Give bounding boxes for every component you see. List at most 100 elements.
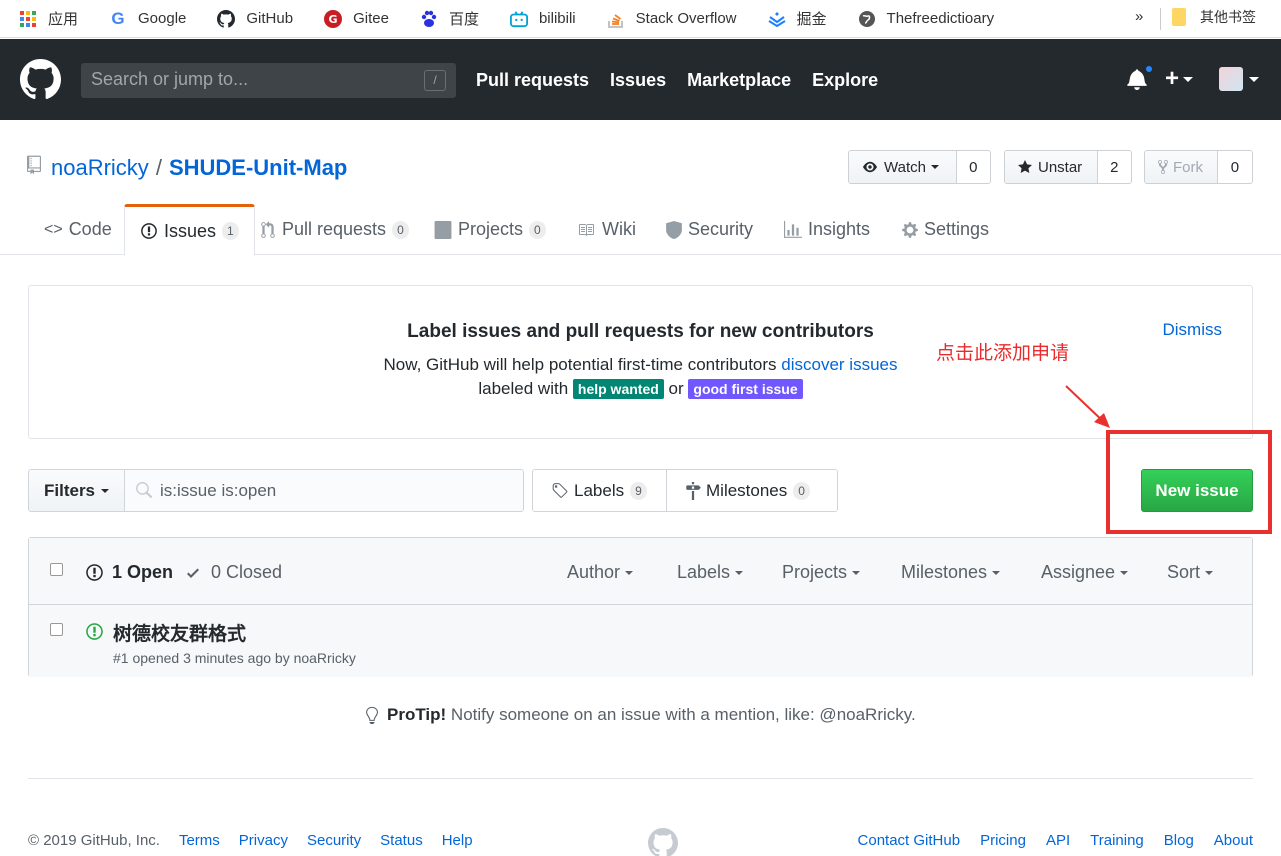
bookmarks-more-button[interactable]: » — [1135, 8, 1143, 25]
closed-count-label: 0 Closed — [211, 562, 283, 582]
closed-issues-filter[interactable]: 0 Closed — [185, 562, 282, 583]
author-filter[interactable]: Author — [567, 562, 634, 583]
fork-button[interactable]: Fork — [1145, 151, 1218, 183]
user-menu-caret-icon[interactable] — [1249, 76, 1259, 82]
labels-button[interactable]: Labels 9 — [533, 470, 667, 511]
tab-issues[interactable]: Issues 1 — [124, 204, 255, 256]
tab-code[interactable]: <> Code — [44, 204, 112, 255]
tab-projects[interactable]: Projects 0 — [434, 204, 546, 255]
issue-opened-icon — [85, 563, 104, 582]
watch-count[interactable]: 0 — [956, 151, 990, 183]
fork-button-group: Fork 0 — [1144, 150, 1253, 184]
github-logo-icon[interactable] — [20, 59, 61, 103]
footer-link-api[interactable]: API — [1046, 832, 1070, 849]
bookmark-bilibili[interactable]: bilibili — [509, 10, 576, 28]
filter-label: Projects — [782, 562, 848, 582]
author-caret-icon — [625, 570, 634, 575]
shield-icon — [666, 220, 682, 239]
protip-text: Notify someone on an issue with a mentio… — [446, 705, 916, 724]
table-row[interactable]: 树德校友群格式 #1 opened 3 minutes ago by noaRr… — [29, 605, 1252, 677]
watch-button[interactable]: Watch — [849, 151, 957, 183]
tab-settings[interactable]: Settings — [902, 204, 989, 255]
graph-icon — [784, 220, 802, 239]
notifications-bell-icon[interactable] — [1127, 64, 1154, 90]
issue-opened-icon — [140, 222, 158, 240]
github-mark-icon[interactable] — [648, 828, 678, 856]
bookmark-github[interactable]: GitHub — [217, 9, 294, 28]
tab-security[interactable]: Security — [666, 204, 753, 255]
code-icon: <> — [44, 220, 63, 238]
footer-link-contact[interactable]: Contact GitHub — [858, 832, 961, 849]
tab-wiki[interactable]: Wiki — [576, 204, 636, 255]
pull-request-icon — [260, 220, 276, 239]
other-bookmarks-folder[interactable]: 其他书签 — [1172, 7, 1256, 27]
issue-search-query: is:issue is:open — [160, 480, 277, 500]
bookmark-apps[interactable]: 应用 — [19, 8, 78, 29]
fork-count[interactable]: 0 — [1217, 151, 1252, 183]
annotation-text: 点击此添加申请 — [936, 342, 1070, 364]
bookmark-label: GitHub — [246, 10, 294, 27]
tab-insights[interactable]: Insights — [784, 204, 870, 255]
issue-open-status-icon — [85, 622, 104, 641]
discover-issues-link[interactable]: discover issues — [781, 355, 897, 374]
repo-name-link[interactable]: SHUDE-Unit-Map — [169, 155, 347, 181]
unstar-button[interactable]: Unstar — [1005, 151, 1098, 183]
footer-link-terms[interactable]: Terms — [179, 832, 220, 849]
footer-link-security[interactable]: Security — [307, 832, 361, 849]
footer-link-pricing[interactable]: Pricing — [980, 832, 1026, 849]
footer-link-privacy[interactable]: Privacy — [239, 832, 288, 849]
filter-label: Assignee — [1041, 562, 1116, 582]
nav-explore[interactable]: Explore — [812, 70, 878, 91]
open-issues-filter[interactable]: 1 Open — [85, 562, 173, 583]
issue-checkbox[interactable] — [50, 623, 63, 636]
select-all-checkbox[interactable] — [50, 563, 63, 576]
bilibili-icon — [509, 10, 528, 28]
good-first-issue-label[interactable]: good first issue — [688, 379, 803, 399]
star-count[interactable]: 2 — [1097, 151, 1131, 183]
help-wanted-label[interactable]: help wanted — [572, 379, 664, 399]
milestones-filter[interactable]: Milestones — [901, 562, 1001, 583]
labels-filter[interactable]: Labels — [677, 562, 744, 583]
repo-owner-link[interactable]: noaRricky — [51, 155, 149, 181]
footer-link-about[interactable]: About — [1214, 832, 1253, 849]
bookmark-stackoverflow[interactable]: Stack Overflow — [607, 10, 737, 28]
search-input[interactable]: Search or jump to... / — [81, 63, 456, 98]
bookmark-baidu[interactable]: 百度 — [420, 8, 479, 29]
nav-marketplace[interactable]: Marketplace — [687, 70, 791, 91]
user-avatar[interactable] — [1219, 67, 1243, 91]
projects-filter[interactable]: Projects — [782, 562, 861, 583]
milestones-button[interactable]: Milestones 0 — [667, 470, 837, 511]
create-new-plus-icon[interactable]: + — [1165, 65, 1179, 93]
dismiss-button[interactable]: Dismiss — [1163, 320, 1223, 340]
star-icon — [1017, 159, 1033, 175]
new-issue-button[interactable]: New issue — [1141, 469, 1253, 512]
nav-issues[interactable]: Issues — [610, 70, 666, 91]
bookmark-thefreedictionary[interactable]: Thefreedictioary — [858, 10, 994, 28]
filters-button[interactable]: Filters — [29, 470, 126, 511]
footer-link-status[interactable]: Status — [380, 832, 423, 849]
issue-title-link[interactable]: 树德校友群格式 — [113, 619, 246, 646]
issue-search-input[interactable]: is:issue is:open — [125, 470, 524, 511]
issues-list-header: 1 Open 0 Closed Author Labels Projects M… — [29, 538, 1252, 605]
watch-caret-icon — [930, 165, 939, 169]
footer-link-help[interactable]: Help — [442, 832, 473, 849]
bookmark-google[interactable]: G Google — [109, 8, 186, 28]
bookmark-gitee[interactable]: G Gitee — [324, 9, 389, 28]
fork-label: Fork — [1173, 158, 1203, 176]
google-icon: G — [111, 8, 125, 28]
repo-title: noaRricky / SHUDE-Unit-Map — [27, 155, 347, 181]
filter-label: Milestones — [901, 562, 988, 582]
tab-counter: 0 — [392, 220, 409, 239]
bookmark-label: Stack Overflow — [635, 10, 737, 27]
footer-divider — [28, 778, 1253, 779]
tab-pull-requests[interactable]: Pull requests 0 — [260, 204, 409, 255]
footer-link-blog[interactable]: Blog — [1164, 832, 1194, 849]
create-new-caret-icon[interactable] — [1183, 76, 1193, 82]
labels-counter: 9 — [630, 481, 647, 500]
bookmark-label: 掘金 — [796, 11, 827, 28]
assignee-filter[interactable]: Assignee — [1041, 562, 1129, 583]
footer-link-training[interactable]: Training — [1090, 832, 1144, 849]
nav-pull-requests[interactable]: Pull requests — [476, 70, 589, 91]
bookmark-juejin[interactable]: 掘金 — [767, 8, 827, 29]
sort-filter[interactable]: Sort — [1167, 562, 1214, 583]
